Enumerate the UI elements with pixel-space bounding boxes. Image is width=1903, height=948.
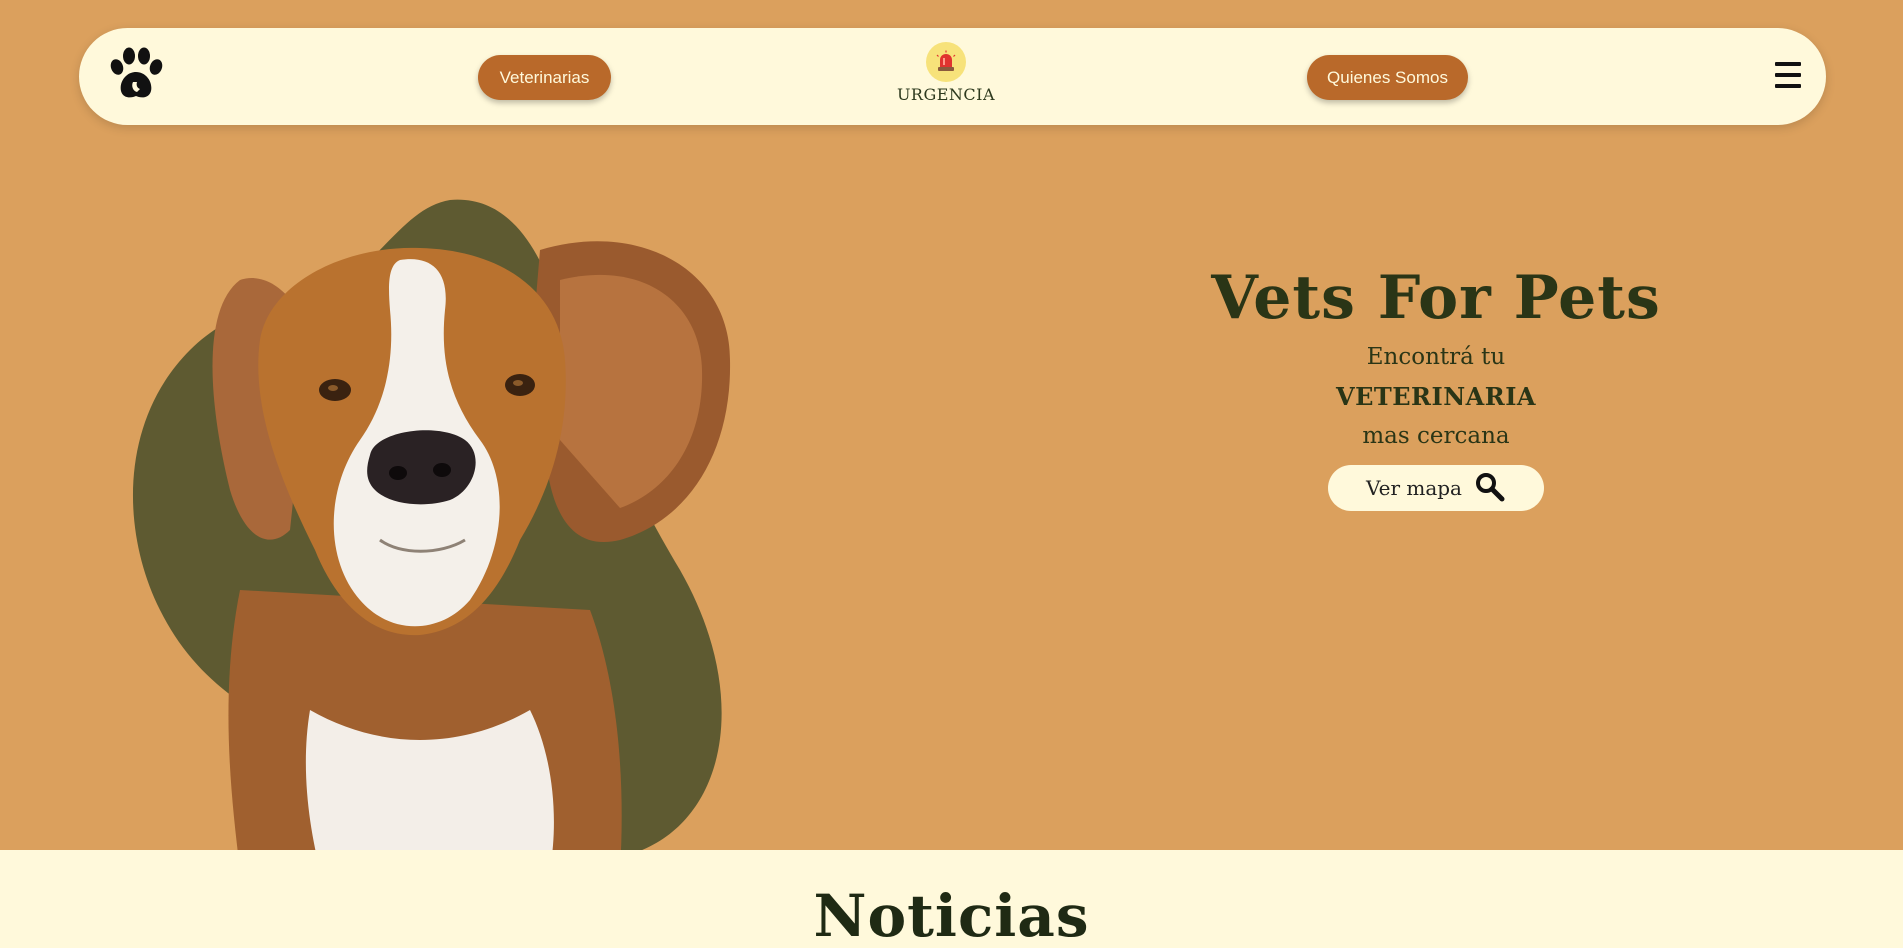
- hero-subtitle-line-3: mas cercana: [1362, 423, 1510, 449]
- news-section: Noticias: [0, 850, 1903, 948]
- paw-logo-icon[interactable]: [106, 46, 166, 106]
- urgency-label: URGENCIA: [896, 85, 996, 104]
- siren-icon: [926, 42, 966, 82]
- hero-subtitle-line-1: Encontrá tu: [1366, 344, 1506, 370]
- ver-mapa-label: Ver mapa: [1366, 476, 1462, 500]
- ver-mapa-button[interactable]: Ver mapa: [1328, 465, 1544, 511]
- hero-dog-image: [120, 190, 770, 870]
- hero-title: Vets For Pets: [1211, 263, 1661, 333]
- search-icon: [1474, 471, 1506, 506]
- news-title: Noticias: [813, 882, 1090, 948]
- quienes-somos-button[interactable]: Quienes Somos: [1307, 55, 1468, 100]
- hero-text-block: Vets For Pets Encontrá tu VETERINARIA ma…: [1136, 262, 1736, 511]
- navbar: Veterinarias URGENCIA Quienes Somos: [79, 28, 1826, 125]
- urgency-button[interactable]: URGENCIA: [891, 42, 1001, 114]
- hamburger-menu-icon[interactable]: [1775, 62, 1801, 88]
- hero-subtitle-line-2: VETERINARIA: [1335, 382, 1537, 411]
- veterinarias-button[interactable]: Veterinarias: [478, 55, 611, 100]
